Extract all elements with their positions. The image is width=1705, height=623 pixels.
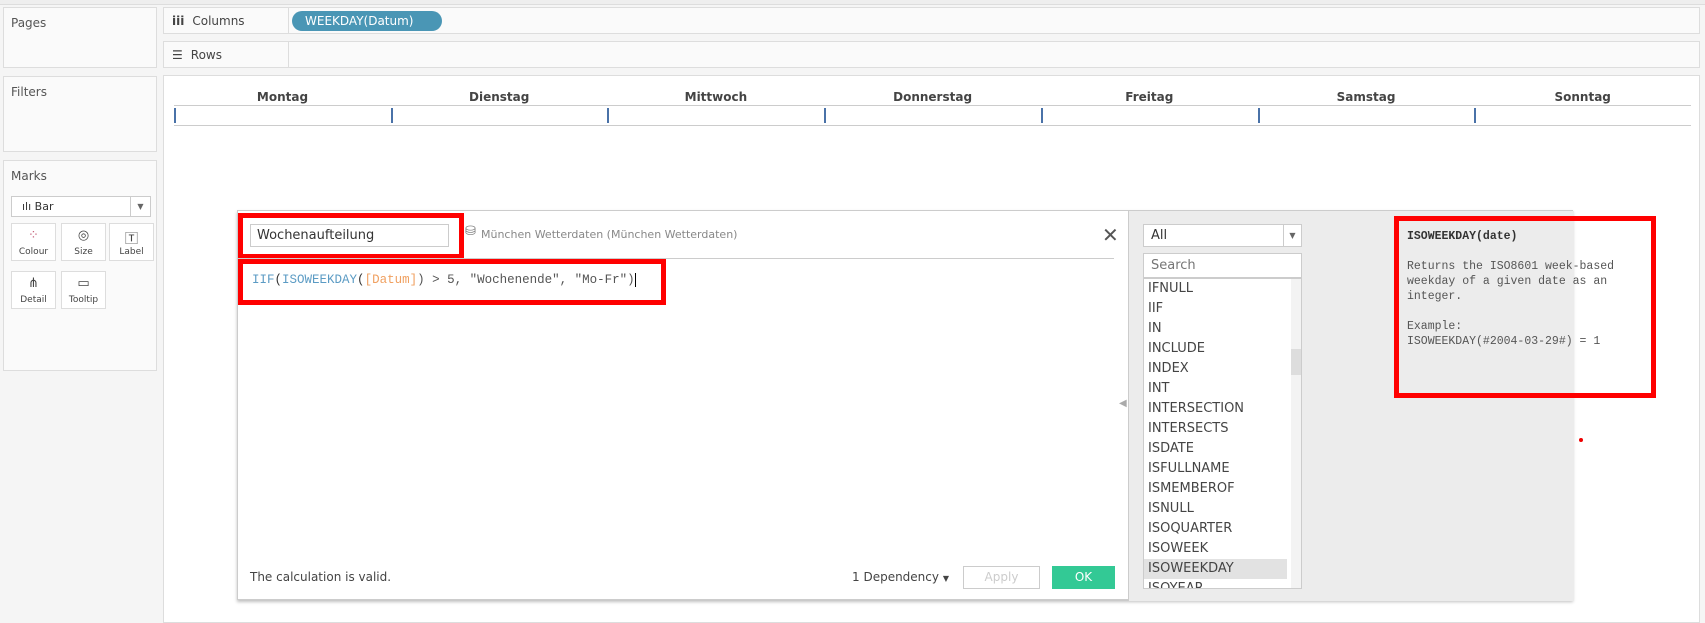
columns-label: Columns xyxy=(192,13,245,28)
column-header-dienstag[interactable]: Dienstag xyxy=(391,90,608,104)
function-item[interactable]: ISOQUARTER xyxy=(1144,519,1287,539)
marks-card: Marks ılı Bar ▼ ⁘ Colour ◎ Size 🅃 Label ⋔ De… xyxy=(3,160,157,371)
mark-type-dropdown[interactable]: ılı Bar ▼ xyxy=(11,196,151,217)
pages-card: Pages xyxy=(3,7,157,68)
cursor-dot xyxy=(1579,438,1583,442)
dependency-dropdown[interactable]: 1 Dependency ▼ xyxy=(852,570,949,584)
size-button[interactable]: ◎ Size xyxy=(61,223,106,261)
detail-icon: ⋔ xyxy=(28,276,39,291)
datasource-icon: ⛁ xyxy=(465,224,476,239)
mark-type-value: Bar xyxy=(34,200,54,213)
function-item[interactable]: INCLUDE xyxy=(1144,339,1287,359)
top-toolbar-strip xyxy=(0,0,1705,5)
colour-button[interactable]: ⁘ Colour xyxy=(11,223,56,261)
column-header-freitag[interactable]: Freitag xyxy=(1041,90,1258,104)
rows-shelf[interactable]: ☰ Rows xyxy=(163,41,1700,68)
chevron-down-icon: ▼ xyxy=(130,197,150,216)
function-item[interactable]: ISNULL xyxy=(1144,499,1287,519)
rows-label: Rows xyxy=(190,47,222,62)
tooltip-button[interactable]: ▭ Tooltip xyxy=(61,271,106,309)
axis-tick xyxy=(824,108,827,123)
function-item[interactable]: ISOWEEKDAY xyxy=(1144,559,1287,579)
function-item[interactable]: ISOWEEK xyxy=(1144,539,1287,559)
ok-button[interactable]: OK xyxy=(1052,566,1115,589)
label-button[interactable]: 🅃 Label xyxy=(109,223,154,261)
columns-shelf[interactable]: iii Columns WEEKDAY(Datum) xyxy=(163,7,1700,34)
column-header-mittwoch[interactable]: Mittwoch xyxy=(607,90,824,104)
bar-chart-icon: ılı xyxy=(22,200,32,213)
collapse-panel-icon[interactable]: ◀ xyxy=(1119,398,1127,409)
column-header-sonntag[interactable]: Sonntag xyxy=(1474,90,1691,104)
filters-card: Filters xyxy=(3,76,157,152)
pages-title: Pages xyxy=(11,16,47,30)
close-icon[interactable]: ✕ xyxy=(1102,223,1119,247)
colour-icon: ⁘ xyxy=(28,228,39,243)
marks-title: Marks xyxy=(11,169,47,183)
apply-button[interactable]: Apply xyxy=(963,566,1040,589)
function-reference-panel: All ▼ IFNULLIIFININCLUDEINDEXINTINTERSEC… xyxy=(1128,211,1656,601)
function-search-input[interactable] xyxy=(1143,253,1302,278)
function-item[interactable]: IN xyxy=(1144,319,1287,339)
axis-tick xyxy=(607,108,610,123)
function-category-dropdown[interactable]: All ▼ xyxy=(1143,224,1302,247)
highlight-doc-box xyxy=(1394,216,1656,398)
function-item[interactable]: ISDATE xyxy=(1144,439,1287,459)
weekday-axis xyxy=(174,105,1691,126)
column-header-samstag[interactable]: Samstag xyxy=(1258,90,1475,104)
caret-down-icon: ▼ xyxy=(942,574,949,583)
tooltip-icon: ▭ xyxy=(77,276,90,291)
function-item[interactable]: INTERSECTION xyxy=(1144,399,1287,419)
datasource-label: München Wetterdaten (München Wetterdaten… xyxy=(481,228,738,241)
function-item[interactable]: ISMEMBEROF xyxy=(1144,479,1287,499)
column-header-donnerstag[interactable]: Donnerstag xyxy=(824,90,1041,104)
axis-tick xyxy=(174,108,176,123)
rows-icon: ☰ xyxy=(172,47,183,62)
filters-title: Filters xyxy=(11,85,47,99)
function-list: IFNULL IIF IN INCLUDE INDEX INT INTERSECTION IN… xyxy=(1143,278,1302,589)
function-item[interactable]: INT xyxy=(1144,379,1287,399)
function-list-scrollbar[interactable] xyxy=(1291,279,1301,588)
column-header-montag[interactable]: Montag xyxy=(174,90,391,104)
axis-tick xyxy=(390,108,393,123)
weekday-datum-pill[interactable]: WEEKDAY(Datum) xyxy=(292,11,442,31)
label-icon: 🅃 xyxy=(124,232,138,247)
axis-tick xyxy=(1257,108,1260,123)
axis-tick xyxy=(1474,108,1477,123)
function-item[interactable]: ISOYEAR xyxy=(1144,579,1287,588)
detail-button[interactable]: ⋔ Detail xyxy=(11,271,56,309)
function-item[interactable]: INDEX xyxy=(1144,359,1287,379)
chevron-down-icon: ▼ xyxy=(1283,225,1301,246)
calculation-editor-dialog: ⛁ München Wetterdaten (München Wetterdat… xyxy=(237,210,1656,601)
function-item[interactable]: ISFULLNAME xyxy=(1144,459,1287,479)
axis-tick xyxy=(1040,108,1043,123)
function-item[interactable]: INTERSECTS xyxy=(1144,419,1287,439)
function-item[interactable]: IFNULL xyxy=(1144,279,1287,299)
highlight-name-box xyxy=(238,213,464,259)
validation-status: The calculation is valid. xyxy=(250,570,392,584)
function-item[interactable]: IIF xyxy=(1144,299,1287,319)
size-icon: ◎ xyxy=(77,228,90,243)
highlight-formula-box xyxy=(238,259,666,305)
columns-icon: iii xyxy=(172,13,185,28)
